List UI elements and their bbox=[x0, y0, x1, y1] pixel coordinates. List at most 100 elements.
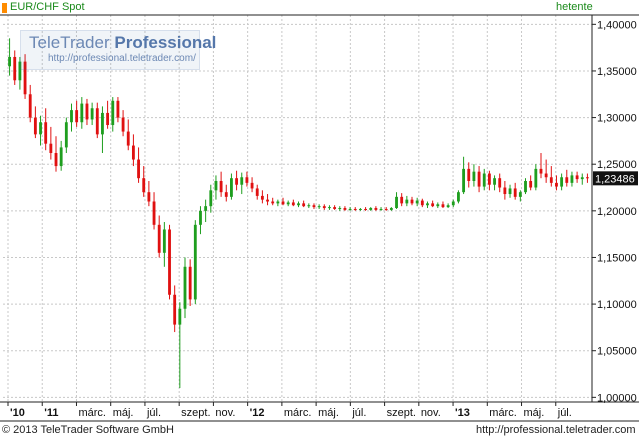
watermark-brand-regular: TeleTrader bbox=[29, 33, 110, 52]
candle-body bbox=[70, 110, 73, 123]
candle-body bbox=[312, 205, 316, 208]
candle-body bbox=[389, 208, 393, 210]
watermark-brand: TeleTrader Professional bbox=[29, 33, 216, 53]
candle-body bbox=[101, 112, 104, 135]
candle-body bbox=[59, 147, 63, 167]
candle-body bbox=[457, 192, 460, 202]
y-tick-label: 1,20000 bbox=[597, 206, 637, 218]
candle-body bbox=[343, 208, 347, 210]
candle-body bbox=[549, 177, 553, 183]
x-tick-label: márc. bbox=[284, 407, 312, 419]
candle-body bbox=[33, 117, 37, 135]
candle-body bbox=[126, 131, 130, 146]
candle-body bbox=[90, 108, 94, 120]
candle-body bbox=[534, 168, 538, 188]
candle-body bbox=[147, 192, 151, 202]
candle-body bbox=[482, 173, 486, 187]
candle-body bbox=[565, 177, 569, 183]
candle-body bbox=[539, 168, 543, 174]
candle-body bbox=[472, 171, 476, 181]
candle-body bbox=[493, 178, 496, 185]
candle-body bbox=[162, 229, 166, 253]
candle-body bbox=[240, 177, 244, 185]
candle-body bbox=[75, 110, 79, 123]
candle-body bbox=[302, 203, 306, 207]
candle-body bbox=[131, 145, 135, 160]
candle-body bbox=[157, 224, 161, 253]
candle-body bbox=[348, 208, 352, 210]
candle-body bbox=[111, 100, 115, 126]
candle-body bbox=[467, 168, 471, 181]
candle-body bbox=[28, 94, 32, 118]
candle-body bbox=[544, 173, 548, 178]
candle-body bbox=[333, 207, 337, 209]
candle-body bbox=[369, 208, 373, 210]
footer-url[interactable]: http://professional.teletrader.com bbox=[476, 424, 636, 436]
candle-body bbox=[410, 199, 414, 204]
candle-body bbox=[230, 178, 233, 197]
candle-body bbox=[570, 175, 574, 183]
candle-body bbox=[328, 207, 331, 209]
candle-body bbox=[436, 204, 440, 207]
x-tick-label: '12 bbox=[250, 407, 265, 419]
candle-body bbox=[116, 100, 120, 118]
candle-body bbox=[580, 177, 584, 180]
candle-body bbox=[307, 205, 311, 207]
candle-body bbox=[415, 200, 419, 204]
y-tick-label: 1,00000 bbox=[597, 392, 637, 404]
header-marker bbox=[2, 3, 7, 13]
candle-body bbox=[173, 294, 177, 325]
x-tick-label: júl. bbox=[351, 407, 366, 419]
candle-body bbox=[317, 206, 321, 208]
period-label[interactable]: hetente bbox=[556, 1, 593, 13]
x-tick-label: máj. bbox=[524, 407, 545, 419]
candle-body bbox=[297, 203, 300, 206]
candle-body bbox=[286, 202, 290, 205]
candle-body bbox=[384, 208, 388, 210]
candle-body bbox=[281, 201, 285, 205]
x-tick-label: '10 bbox=[10, 407, 25, 419]
y-tick-label: 1,40000 bbox=[597, 19, 637, 31]
y-tick-label: 1,15000 bbox=[597, 252, 637, 264]
candle-body bbox=[508, 188, 512, 195]
candle-body bbox=[152, 201, 156, 225]
x-tick-label: márc. bbox=[78, 407, 106, 419]
y-tick-label: 1,25000 bbox=[597, 159, 637, 171]
watermark-url: http://professional.teletrader.com/ bbox=[48, 53, 196, 64]
candle-body bbox=[358, 208, 362, 210]
candle-body bbox=[276, 201, 280, 204]
candle-body bbox=[405, 199, 409, 204]
candle-body bbox=[364, 208, 367, 210]
candle-body bbox=[322, 206, 326, 209]
candle-body bbox=[214, 180, 218, 191]
candle-body bbox=[271, 201, 275, 204]
y-tick-label: 1,10000 bbox=[597, 299, 637, 311]
candle-body bbox=[513, 188, 517, 197]
candle-body bbox=[395, 196, 398, 209]
candle-body bbox=[338, 208, 342, 210]
x-tick-label: nov. bbox=[421, 407, 441, 419]
candle-body bbox=[420, 200, 424, 206]
candle-body bbox=[188, 266, 192, 300]
candle-body bbox=[8, 56, 11, 67]
y-tick-label: 1,05000 bbox=[597, 346, 637, 358]
candle-body bbox=[193, 224, 197, 300]
candle-body bbox=[80, 103, 84, 123]
candle-body bbox=[64, 122, 68, 148]
x-tick-label: '13 bbox=[455, 407, 470, 419]
candle-body bbox=[400, 196, 404, 204]
x-tick-label: szept. bbox=[181, 407, 210, 419]
x-tick-label: máj. bbox=[113, 407, 134, 419]
last-price-label: 1,23486 bbox=[595, 173, 635, 185]
x-tick-label: nov. bbox=[215, 407, 235, 419]
candle-body bbox=[431, 203, 435, 207]
candle-body bbox=[204, 206, 208, 211]
candle-body bbox=[44, 122, 48, 144]
candle-body bbox=[291, 202, 295, 206]
candle-body bbox=[575, 175, 579, 180]
candle-body bbox=[178, 308, 182, 325]
candle-body bbox=[529, 180, 533, 188]
candle-body bbox=[477, 171, 481, 187]
candle-body bbox=[224, 192, 228, 197]
candle-body bbox=[426, 203, 429, 206]
